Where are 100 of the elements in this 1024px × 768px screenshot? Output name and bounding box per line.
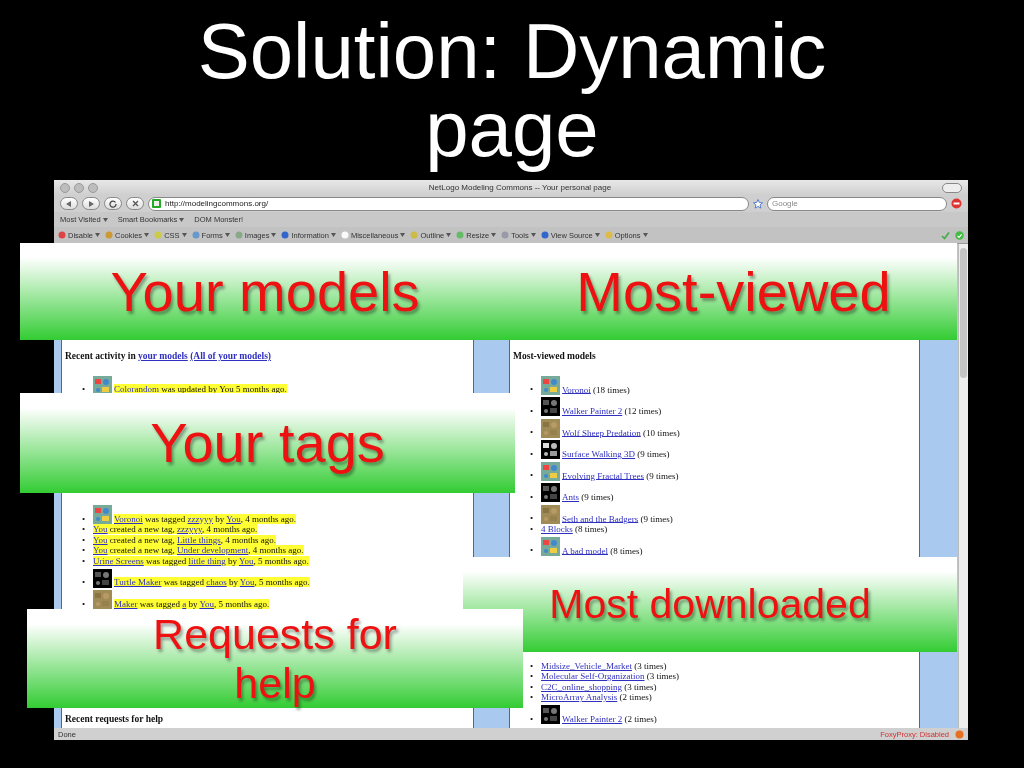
link[interactable]: Urine Screens (93, 555, 144, 566)
reload-button[interactable] (104, 197, 122, 210)
search-field[interactable]: Google (767, 196, 947, 211)
model-link[interactable]: Seth and the Badgers (562, 513, 639, 523)
callout-text: Most downloaded (549, 581, 871, 628)
caret-icon (642, 233, 648, 237)
caret-icon (179, 217, 185, 222)
callout-text: Requests for help (152, 609, 398, 708)
toolbar-item-icon (58, 231, 66, 239)
link[interactable]: (All of your models) (190, 351, 271, 361)
bullet: • (530, 384, 535, 395)
view-count: (10 times) (643, 427, 680, 437)
toolbar-item-icon (604, 231, 613, 239)
caret-icon (144, 233, 150, 237)
bullet: • (82, 598, 87, 609)
model-link[interactable]: A bad model (562, 545, 608, 555)
link[interactable]: You (93, 545, 108, 555)
link[interactable]: Turtle Maker (114, 577, 162, 587)
bullet: • (530, 671, 535, 682)
model-link[interactable]: Walker Painter 2 (562, 405, 623, 416)
bullet: • (530, 405, 535, 416)
link[interactable]: chaos (206, 577, 227, 587)
site-icon (152, 199, 161, 208)
model-link[interactable]: Surface Walking 3D (562, 448, 636, 459)
stop-sign-icon[interactable] (951, 198, 962, 209)
view-count: (18 times) (593, 384, 630, 394)
back-button[interactable] (60, 197, 78, 210)
bullet: • (82, 545, 87, 556)
forward-button[interactable] (82, 197, 100, 210)
caret-icon (330, 233, 336, 237)
url-field[interactable]: http://modelingcommons.org/ (148, 196, 749, 211)
view-count: (3 times) (634, 660, 667, 671)
link[interactable]: Little things (177, 534, 221, 545)
link[interactable]: little thing (188, 555, 226, 566)
bullet: • (82, 534, 87, 545)
star-icon[interactable] (753, 198, 763, 209)
caret-icon (491, 233, 497, 237)
bullet: • (82, 513, 87, 524)
toolbar-item-icon (540, 231, 549, 239)
link[interactable]: a (182, 598, 187, 609)
link[interactable]: Maker (114, 598, 138, 609)
model-link[interactable]: Molecular Self-Organization (541, 671, 645, 681)
model-link[interactable]: Wolf Sheep Predation (562, 427, 641, 437)
bullet: • (82, 524, 87, 535)
model-link[interactable]: Walker Painter 2 (562, 713, 623, 724)
back-arrow-icon (66, 200, 72, 207)
section-heading: Recent activity in your models (All of your models) (65, 351, 272, 361)
scrollbar-thumb[interactable] (960, 248, 967, 378)
toolbar-item-icon (456, 231, 465, 239)
scrollbar[interactable] (958, 244, 968, 728)
model-link[interactable]: Evolving Fractal Trees (562, 470, 644, 480)
bullet: • (530, 692, 535, 703)
model-link[interactable]: C2C_online_shopping (541, 681, 622, 692)
bullet: • (530, 681, 535, 692)
callout-text: Your tags (150, 411, 385, 475)
link[interactable]: Colorandom (114, 384, 159, 394)
bullet: • (82, 555, 87, 566)
link[interactable]: You (238, 555, 254, 566)
callout-text: Most-viewed (576, 259, 891, 324)
view-count: (12 times) (624, 405, 662, 416)
link[interactable]: zzzyyy (177, 524, 202, 534)
model-link[interactable]: Voronoi (562, 384, 591, 394)
activity-entry: Turtle Maker was tagged chaos by You, 5 months ago. (114, 577, 310, 587)
bullet: • (530, 660, 535, 671)
link[interactable]: You (93, 534, 108, 545)
caret-icon (102, 217, 108, 222)
activity-entry: You created a new tag, Little things, 4 months ago. (93, 534, 277, 545)
bullet: • (82, 577, 87, 588)
check-circle-icon (955, 230, 964, 240)
toolbar-item-icon (154, 231, 163, 239)
view-count: (2 times) (624, 713, 657, 724)
bullet: • (530, 491, 535, 502)
activity-entry: You created a new tag, Under development, 4 months ago. (93, 545, 304, 555)
view-count: (2 times) (619, 692, 652, 702)
link[interactable]: Voronoi (114, 513, 143, 524)
stop-button[interactable] (126, 197, 144, 210)
section-heading: Most-viewed models (513, 351, 597, 361)
bullet: • (530, 448, 535, 459)
model-link[interactable]: Ants (562, 491, 579, 502)
model-link[interactable]: Midsize_Vehicle_Market (541, 660, 632, 671)
bullet: • (530, 427, 535, 438)
activity-entry: Voronoi was tagged zzzyyy by You, 4 months ago. (114, 513, 297, 524)
forward-arrow-icon (88, 200, 94, 207)
view-count: (9 times) (646, 470, 679, 480)
bullet: • (530, 470, 535, 481)
toolbar-item-icon (340, 231, 349, 239)
link[interactable]: You (93, 524, 108, 534)
caret-icon (400, 233, 406, 237)
bullet: • (530, 523, 535, 534)
view-count: (9 times) (640, 513, 673, 523)
model-link[interactable]: MicroArray Analysis (541, 692, 618, 702)
caret-icon (530, 233, 536, 237)
link[interactable]: zzzyyy (187, 513, 214, 524)
model-link[interactable]: 4 Blocks (541, 523, 573, 534)
bullet: • (530, 545, 535, 556)
caret-icon (271, 233, 277, 237)
link[interactable]: your models (138, 351, 188, 361)
link[interactable]: You (226, 513, 241, 524)
window-title: NetLogo Modeling Commons -- Your personal page (427, 183, 613, 192)
toolbar-toggle-icon[interactable] (942, 182, 962, 193)
